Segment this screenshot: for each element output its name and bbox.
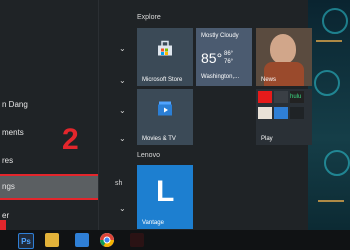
- microsoft-store-label: Microsoft Store: [142, 77, 183, 83]
- movies-tv-tile[interactable]: Movies & TV: [137, 89, 193, 145]
- user-item[interactable]: n Dang: [0, 95, 98, 115]
- news-label: News: [261, 77, 277, 83]
- chevron-down-icon[interactable]: ⌄: [119, 134, 126, 143]
- weather-temperature: 85°: [201, 50, 223, 66]
- weather-low: 76°: [224, 59, 234, 65]
- vantage-tile[interactable]: L Vantage: [137, 165, 193, 229]
- chrome-icon[interactable]: [100, 233, 114, 247]
- weather-condition: Mostly Cloudy: [201, 33, 239, 39]
- photoshop-icon: [274, 107, 288, 119]
- chevron-down-icon[interactable]: ⌄: [119, 106, 126, 115]
- movies-tv-label: Movies & TV: [142, 136, 176, 142]
- roblox-icon: [258, 91, 272, 103]
- app-taskbar-icon[interactable]: [130, 233, 144, 247]
- vantage-label: Vantage: [142, 220, 164, 226]
- news-tile[interactable]: News: [256, 28, 312, 86]
- game-icon: [258, 107, 272, 119]
- chevron-down-icon[interactable]: ⌄: [119, 76, 126, 85]
- weather-tile[interactable]: Mostly Cloudy 85° 86° 76° Washington,...: [196, 28, 252, 86]
- play-folder[interactable]: hulu Play: [256, 89, 312, 145]
- desktop-decoration: [322, 8, 348, 34]
- chevron-down-icon[interactable]: ⌄: [119, 204, 126, 213]
- play-label: Play: [261, 136, 273, 142]
- desktop-background: [308, 0, 350, 230]
- store-icon: [156, 40, 174, 62]
- hulu-icon: hulu: [290, 91, 304, 103]
- taskbar: Ps: [0, 230, 350, 250]
- app-list-pane: ⌄ ⌄ ⌄ ⌄ sh ⌄: [98, 0, 135, 230]
- news-photo: [270, 34, 296, 64]
- movies-icon: [156, 101, 174, 122]
- photoshop-taskbar-icon[interactable]: Ps: [18, 233, 34, 249]
- weather-high: 86°: [224, 51, 234, 57]
- lenovo-title: Lenovo: [137, 152, 160, 159]
- microsoft-store-tile[interactable]: Microsoft Store: [137, 28, 193, 86]
- weather-city: Washington,...: [201, 74, 240, 80]
- power-item[interactable]: er: [0, 206, 98, 226]
- desktop-decoration: [318, 200, 344, 202]
- vidplay-icon: [290, 107, 304, 119]
- desktop-decoration: [324, 150, 350, 176]
- annotation-number: 2: [62, 123, 79, 156]
- tiktok-icon: [274, 91, 288, 103]
- vantage-logo: L: [156, 175, 175, 208]
- settings-item-label: ngs: [2, 182, 15, 191]
- documents-item[interactable]: ments: [0, 123, 98, 143]
- desktop-decoration: [314, 70, 340, 96]
- user-item-label: n Dang: [2, 100, 28, 109]
- pictures-item[interactable]: res: [0, 151, 98, 171]
- app-list-text: sh: [115, 180, 123, 187]
- mail-icon[interactable]: [75, 233, 89, 247]
- start-tiles: Explore Microsoft Store Mostly Cloudy 85…: [134, 0, 312, 230]
- pictures-item-label: res: [2, 156, 14, 165]
- weather-range: 86° 76°: [224, 50, 233, 66]
- explore-title: Explore: [137, 14, 161, 21]
- documents-item-label: ments: [2, 128, 24, 137]
- file-explorer-icon[interactable]: [45, 233, 59, 247]
- start-left-pane: n Dang ments res ngs er: [0, 0, 100, 230]
- settings-item[interactable]: ngs: [0, 174, 100, 200]
- chevron-down-icon[interactable]: ⌄: [119, 44, 126, 53]
- desktop-decoration: [316, 40, 342, 42]
- photoshop-taskbar-label: Ps: [21, 236, 31, 246]
- play-tile[interactable]: hulu Play: [256, 89, 312, 145]
- power-item-label: er: [2, 211, 10, 220]
